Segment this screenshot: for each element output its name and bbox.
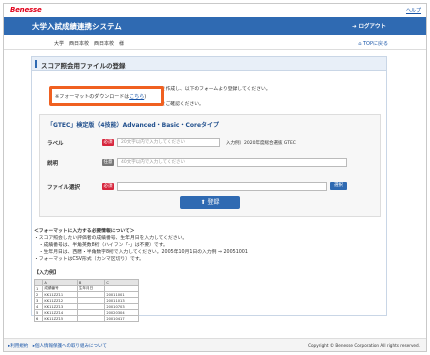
top-bar: Benesse ヘルプ — [4, 4, 426, 17]
note-input[interactable]: 40文字以内で入力してください — [117, 158, 347, 167]
benesse-logo: Benesse — [10, 6, 42, 14]
notes-item: ・成績番号は、半角英数8桁（ハイフン「-」は不要）です。 — [34, 243, 168, 248]
sample-spreadsheet: ABC 1 成績番号 生年月日 2 KK11ZZ11 20011001 3 KK11ZZ1… — [33, 279, 139, 322]
footer-links[interactable]: ▸利用規約 ▸個人情報保護への取り組みについて — [8, 343, 107, 349]
sample-caption: 【入力例】 — [34, 270, 60, 276]
notes-item: ・生年月日は、西暦・半角数字8桁で入力してください。2005年10月1日の入力例… — [34, 250, 248, 255]
notes-item: ・フォーマットはCSV形式（カンマ区切り）です。 — [34, 257, 144, 262]
label-hint: 入力例）2020年度総合選抜 GTEC — [226, 141, 296, 146]
top-page-link[interactable]: ⌂ TOPに戻る — [358, 40, 388, 47]
form-title: 「GTEC」検定版（4技能）Advanced・Basic・Coreタイプ — [47, 122, 220, 129]
user-bar: 大学 西日本校 西日本校 様 ⌂ TOPに戻る — [4, 37, 426, 50]
user-info: 大学 西日本校 西日本校 様 — [54, 41, 125, 47]
optional-badge: 任意 — [102, 159, 114, 166]
required-badge: 必須 — [102, 139, 114, 146]
file-select-button[interactable]: 選択 — [330, 182, 347, 190]
file-field-label: ファイル選択 — [47, 185, 81, 191]
download-highlight-box: ※フォーマットのダウンロードはこちら) — [49, 86, 164, 106]
logout-button[interactable]: ➜ ログアウト — [352, 22, 386, 30]
browser-frame: Benesse ヘルプ 大学入試成績連携システム ➜ ログアウト 大学 西日本校… — [3, 3, 427, 352]
required-badge: 必須 — [102, 183, 114, 190]
title-accent-mark — [35, 60, 37, 68]
notes-heading: ＜フォーマットに入力する必要情報について＞ — [34, 229, 135, 234]
format-notes: ＜フォーマットに入力する必要情報について＞ ・スコア照会したい評価者の成績番号、… — [34, 228, 248, 263]
note-field-label: 説明 — [47, 161, 59, 167]
download-text: ※フォーマットのダウンロードはこちら) — [55, 94, 147, 100]
copyright: Copyright © Benesse Corporation All righ… — [308, 343, 420, 348]
label-input[interactable]: 20文字以内で入力してください — [117, 138, 220, 147]
table-row: 6 KK11ZZ15 20010417 — [33, 315, 139, 322]
register-button[interactable]: ⬆ 登録 — [180, 196, 240, 209]
sample-table-block: 【入力例】 ABC 1 成績番号 生年月日 2 KK11ZZ11 20011001 3K… — [33, 269, 139, 327]
download-link[interactable]: こちら — [129, 94, 144, 100]
file-path-input[interactable] — [117, 182, 327, 191]
app-title: 大学入試成績連携システム — [32, 22, 122, 31]
page-title-bar: スコア照会用ファイルの登録 — [32, 57, 386, 71]
notes-item: ・スコア照会したい評価者の成績番号、生年月日を入力してください。 — [34, 236, 188, 241]
help-link[interactable]: ヘルプ — [406, 7, 421, 14]
page-title: スコア照会用ファイルの登録 — [41, 62, 126, 70]
page-footer: ▸利用規約 ▸個人情報保護への取り組みについて Copyright © Bene… — [4, 338, 426, 351]
label-field-label: ラベル — [47, 141, 64, 147]
app-header: 大学入試成績連携システム ➜ ログアウト — [4, 17, 426, 35]
